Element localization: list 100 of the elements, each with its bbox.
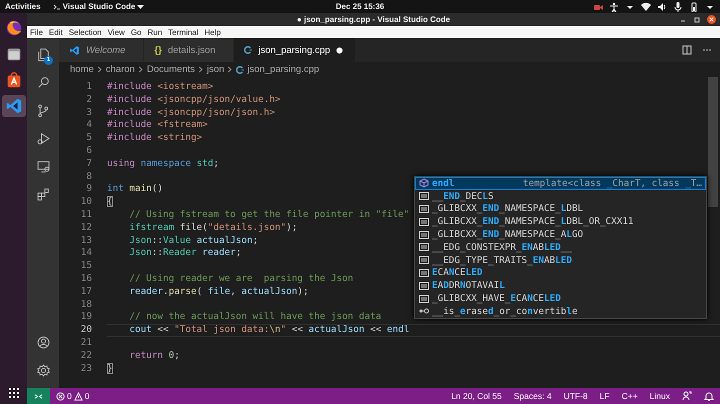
code-line: #include <fstream> [107,119,208,132]
editor-tab[interactable]: json_parsing.cpp [234,38,356,62]
suggestion-item[interactable]: _GLIBCXX_HAVE_ECANCELED [415,292,706,305]
status-item[interactable]: UTF-8 [558,388,594,404]
code-line: int main() [107,183,163,196]
restore-icon[interactable] [693,16,701,24]
menu-item[interactable]: View [104,28,128,36]
breadcrumb-item[interactable]: Documents [146,64,195,75]
suggestion-item[interactable]: __is_erased_or_convertible [415,304,706,318]
settings-icon [36,362,50,378]
search-icon [36,74,50,90]
problems-button[interactable]: 0 0 [50,388,96,404]
wifi-icon[interactable] [641,2,651,12]
split-editor-icon[interactable] [682,45,692,55]
person-speech-icon [682,391,692,401]
menu-item[interactable]: Selection [66,28,105,36]
close-icon[interactable] [707,15,716,24]
breadcrumb-item[interactable]: home [70,64,94,75]
line-number: 14 [80,247,92,260]
suggestion-item[interactable]: __EDG_TYPE_TRAITS_ENABLED [415,254,706,267]
breadcrumb-item[interactable]: charon [106,64,135,75]
status-item[interactable]: Linux [644,388,676,404]
code-line: } [107,362,113,376]
shopping-bag-icon [4,71,22,89]
chevron-icon [198,66,204,73]
suggestion-label: _GLIBCXX_END_NAMESPACE_LDBL_OR_CXX11 [432,216,634,228]
suggestion-item[interactable]: __EDG_CONSTEXPR_ENABLED__ [415,240,706,254]
status-item[interactable]: LF [594,388,616,404]
microphone-icon[interactable] [673,2,683,12]
battery-icon[interactable] [689,2,699,12]
suggestion-item[interactable]: endl template<class _CharT, class _T… [415,177,706,190]
text-lines-icon [419,294,429,304]
code-line: // Using reader we are parsing the Json [128,272,354,286]
clock[interactable]: Dec 25 15:36 [336,2,384,11]
code-line: Json::Value actualJson; [128,234,258,248]
suggestion-label: EADDRNOTAVAIL [432,280,505,292]
suggestion-item[interactable]: __END_DECLS [415,190,706,203]
monitor-icon [36,158,50,174]
app-grid-icon[interactable] [8,388,18,398]
menu-item[interactable]: Help [201,28,224,36]
suggestion-label: _GLIBCXX_END_NAMESPACE_LDBL [432,203,584,214]
chevron-icon [96,66,103,73]
line-number: 21 [80,336,92,350]
run-debug-icon [36,130,50,146]
error-icon [56,392,65,400]
code-line: { [107,196,113,209]
breadcrumb-item[interactable]: json [206,64,224,75]
line-number: 13 [80,234,92,248]
suggestion-item[interactable]: _GLIBCXX_END_NAMESPACE_LDBL [415,202,706,216]
text-lines-icon [419,191,429,202]
line-number: 10 [80,196,92,209]
status-item[interactable]: C++ [616,388,644,404]
line-number: 18 [80,298,92,312]
line-number: 20 [80,324,92,337]
suggestion-label: endl [432,178,454,189]
suggestion-label: _GLIBCXX_END_NAMESPACE_ALGO [432,229,584,240]
line-number: 6 [85,144,92,158]
breadcrumb-item[interactable]: json_parsing.cpp [236,64,320,75]
braces-icon: {} [154,44,162,56]
cube-icon [419,178,429,188]
line-number: 16 [80,272,92,286]
remote-icon [34,392,43,400]
menu-item[interactable]: Terminal [165,28,202,36]
line-number: 15 [80,260,92,273]
suggestion-item[interactable]: _GLIBCXX_END_NAMESPACE_LDBL_OR_CXX11 [415,215,706,228]
menu-item[interactable]: Go [128,28,144,36]
accessibility-icon[interactable] [609,2,619,12]
menu-item[interactable]: Run [144,28,166,36]
code-line: // Using fstream to get the file pointer in "file" [128,208,410,222]
text-lines-icon [419,204,429,214]
code-line: #include <jsoncpp/json/value.h> [107,94,281,107]
cpp-file-icon [236,66,244,74]
status-item[interactable]: Ln 20, Col 55 [445,388,508,404]
remote-button[interactable] [27,388,50,404]
suggestion-item[interactable]: ECANCELED [415,266,706,280]
chevron-icon [227,66,234,73]
code-line: return 0; [128,350,180,363]
menu-item[interactable]: Edit [46,28,66,36]
line-number: 9 [85,183,92,196]
line-number: 7 [85,158,92,171]
code-line: #include <string> [107,132,202,145]
text-lines-icon [419,242,429,252]
line-number: 11 [80,208,92,222]
activities-button[interactable]: Activities [5,2,41,11]
app-menu[interactable]: Visual Studio Code [52,2,144,11]
app-icon [52,2,61,10]
menu-item[interactable]: File [27,28,46,36]
editor-tab[interactable]: Welcome [59,38,144,62]
suggestion-detail: template<class _CharT, class _T… [522,178,702,189]
code-line: ifstream file("details.json"); [128,222,298,235]
line-number: 4 [85,119,92,132]
code-line: // now the actualJson will have the json data [128,311,382,324]
extensions-icon [36,186,50,202]
suggestion-item[interactable]: EADDRNOTAVAIL [415,279,706,292]
volume-icon[interactable] [657,2,667,12]
text-lines-icon [419,216,429,227]
editor-tab[interactable]: {} details.json [144,38,234,62]
suggestion-item[interactable]: _GLIBCXX_END_NAMESPACE_ALGO [415,228,706,241]
text-lines-icon [419,230,429,240]
status-item[interactable]: Spaces: 4 [508,388,558,404]
